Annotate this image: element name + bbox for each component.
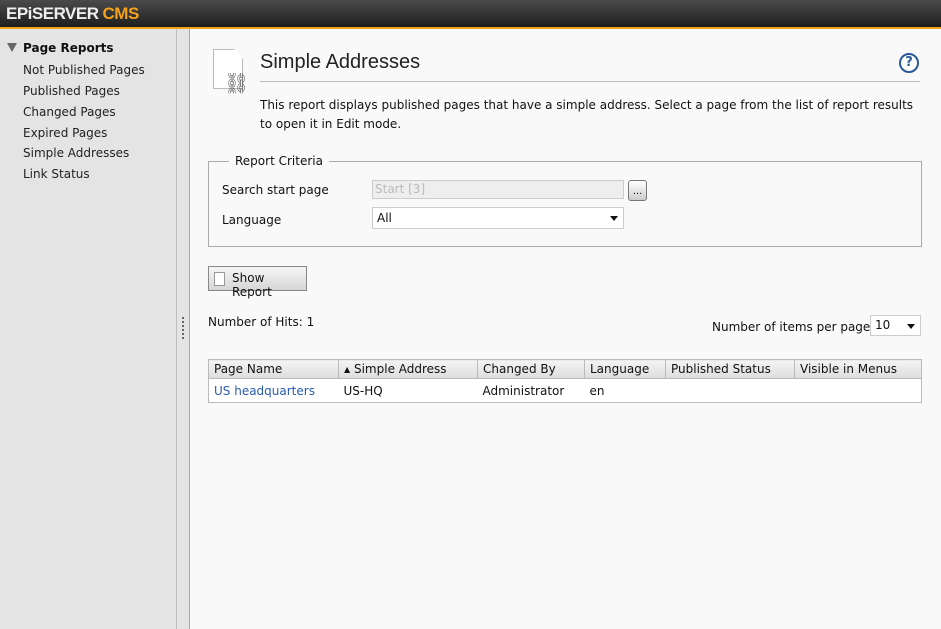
sidebar-item-published[interactable]: Published Pages: [23, 84, 120, 98]
sidebar-item-expired[interactable]: Expired Pages: [23, 126, 107, 140]
cell-simple-address: US-HQ: [343, 383, 383, 398]
browse-button[interactable]: ...: [628, 180, 647, 201]
col-published-status[interactable]: Published Status: [665, 359, 795, 379]
splitter[interactable]: [177, 29, 190, 629]
col-language[interactable]: Language: [584, 359, 666, 379]
hits-count: Number of Hits: 1: [208, 315, 315, 329]
page-title: Simple Addresses: [260, 51, 421, 73]
chevron-down-icon: [907, 324, 915, 329]
episerver-logo: EPiSERVER CMS: [6, 4, 139, 23]
chevron-down-icon: [610, 216, 618, 221]
expand-triangle-icon: [7, 43, 17, 52]
language-select[interactable]: All: [372, 207, 624, 229]
start-page-input[interactable]: Start [3]: [372, 180, 624, 199]
top-bar: EPiSERVER CMS: [0, 0, 941, 29]
col-changed-by[interactable]: Changed By: [477, 359, 585, 379]
items-per-page-label: Number of items per page: [712, 320, 871, 334]
description: This report displays published pages tha…: [260, 98, 914, 131]
report-icon: [214, 272, 225, 286]
sidebar-item-not-published[interactable]: Not Published Pages: [23, 63, 145, 77]
table-row: US headquarters US-HQ Administrator en: [209, 379, 922, 403]
cell-language: en: [589, 383, 605, 398]
grip-icon[interactable]: [182, 317, 184, 339]
sidebar: Page Reports Not Published Pages Publish…: [0, 29, 177, 629]
cell-changed-by: Administrator: [482, 383, 565, 398]
sort-asc-icon: ▲: [344, 365, 351, 374]
cell-published-status: [666, 379, 795, 403]
items-per-page-select[interactable]: 10: [870, 315, 921, 336]
sidebar-heading-page-reports[interactable]: Page Reports: [7, 41, 114, 55]
sidebar-item-simple-addresses[interactable]: Simple Addresses: [23, 146, 129, 160]
page-link[interactable]: US headquarters: [214, 384, 315, 398]
show-report-button[interactable]: Show Report: [208, 266, 307, 299]
report-table: Page Name ▲ Simple Address Changed By La…: [208, 359, 922, 403]
sidebar-item-link-status[interactable]: Link Status: [23, 167, 90, 181]
cell-visible-in-menus: [795, 379, 922, 403]
divider: [260, 81, 920, 82]
col-page-name[interactable]: Page Name: [208, 359, 339, 379]
col-visible-in-menus[interactable]: Visible in Menus: [794, 359, 922, 379]
report-criteria: Report Criteria: [208, 154, 922, 247]
sidebar-item-changed[interactable]: Changed Pages: [23, 105, 116, 119]
table-header: Page Name ▲ Simple Address Changed By La…: [208, 359, 922, 379]
link-chain-icon: ⛓: [224, 71, 250, 95]
language-label: Language: [222, 213, 282, 227]
main-content: ⛓ Simple Addresses ? This report display…: [191, 29, 941, 629]
help-icon[interactable]: ?: [899, 53, 919, 73]
start-page-label: Search start page: [222, 183, 329, 197]
col-simple-address[interactable]: ▲ Simple Address: [338, 359, 478, 379]
criteria-legend: Report Criteria: [235, 154, 323, 168]
